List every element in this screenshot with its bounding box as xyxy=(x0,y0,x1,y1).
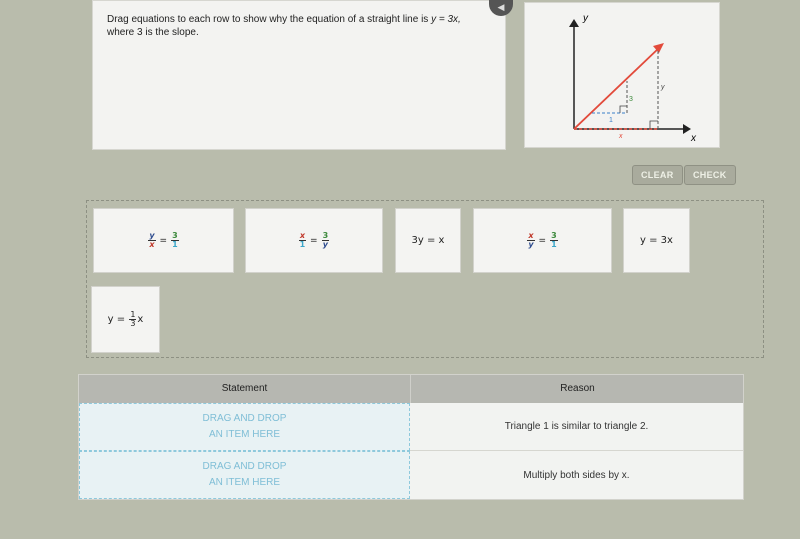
draggable-tile-x-over-1[interactable]: x1 = 3y xyxy=(245,208,383,273)
slope-diagram-svg: y x 3 1 y x xyxy=(569,13,697,144)
fraction-lhs: xy xyxy=(527,232,535,249)
drop-hint-line1: DRAG AND DROP xyxy=(202,461,287,472)
draggable-tile-y-eq-third-x[interactable]: y = 13 x xyxy=(91,286,160,353)
tile-text: y = 3x xyxy=(640,235,673,246)
draggable-tile-y-over-x[interactable]: yx = 31 xyxy=(93,208,234,273)
y-axis xyxy=(569,19,579,129)
clear-button[interactable]: CLEAR xyxy=(632,165,683,185)
fraction-rhs: 31 xyxy=(171,232,179,249)
prompt-text-line2: where 3 is the slope. xyxy=(107,27,199,38)
drop-hint-line2: AN ITEM HERE xyxy=(208,477,281,488)
x-axis-label: x xyxy=(690,133,697,144)
prompt-text-prefix: Drag equations to each row to show why t… xyxy=(107,14,432,25)
line-y-eq-3x xyxy=(573,46,661,130)
big-rise-label: y xyxy=(660,84,665,91)
y-axis-arrow-icon xyxy=(569,19,579,27)
fraction-lhs: x1 xyxy=(298,232,307,249)
reason-row-2: Multiply both sides by x. xyxy=(523,469,630,481)
draggable-tile-3y-eq-x[interactable]: 3y = x xyxy=(395,208,461,273)
x-axis-arrow-icon xyxy=(683,124,691,134)
equals-sign: = xyxy=(159,235,168,246)
drop-hint-line1: DRAG AND DROP xyxy=(202,413,287,424)
denominator: 1 xyxy=(551,240,557,249)
big-run-label: x xyxy=(618,133,623,140)
table-header: Statement Reason xyxy=(79,375,743,403)
question-prompt: Drag equations to each row to show why t… xyxy=(92,0,506,150)
drop-zone-row-2[interactable]: DRAG AND DROP AN ITEM HERE xyxy=(79,451,410,499)
denominator: 1 xyxy=(299,240,306,249)
denominator: x xyxy=(149,240,155,249)
fraction-rhs: 31 xyxy=(550,232,558,249)
reason-row-1: Triangle 1 is similar to triangle 2. xyxy=(410,403,743,451)
fraction-one-third: 13 xyxy=(129,311,137,328)
check-button[interactable]: CHECK xyxy=(684,165,736,185)
denominator: y xyxy=(322,240,328,249)
denominator: 3 xyxy=(130,319,136,328)
fraction-rhs: 3y xyxy=(321,232,330,249)
equals-sign: = xyxy=(538,235,547,246)
prompt-equation: y = 3x, xyxy=(431,14,461,25)
denominator: 1 xyxy=(172,240,178,249)
equals-sign: = xyxy=(310,235,318,246)
drop-zone-row-1[interactable]: DRAG AND DROP AN ITEM HERE xyxy=(79,403,410,451)
tile-suffix: x xyxy=(137,314,144,325)
tile-prefix: y = xyxy=(107,314,129,325)
fraction-lhs: yx xyxy=(148,232,156,249)
denominator: y xyxy=(528,240,534,249)
slope-diagram: y x 3 1 y x xyxy=(524,2,720,148)
header-reason: Reason xyxy=(410,375,744,403)
y-axis-label: y xyxy=(582,13,589,24)
drop-hint-line2: AN ITEM HERE xyxy=(208,429,281,440)
big-right-angle xyxy=(649,120,658,129)
small-run-label: 1 xyxy=(609,117,613,124)
tile-text: 3y = x xyxy=(411,235,445,246)
proof-table: Statement Reason DRAG AND DROP AN ITEM H… xyxy=(78,374,744,500)
draggable-tile-x-over-y[interactable]: xy = 31 xyxy=(473,208,612,273)
small-rise-label: 3 xyxy=(629,96,633,103)
speaker-icon: ◀ xyxy=(497,2,505,12)
draggable-tile-y-eq-3x[interactable]: y = 3x xyxy=(623,208,690,273)
header-statement: Statement xyxy=(221,383,268,394)
small-right-angle xyxy=(619,105,627,113)
